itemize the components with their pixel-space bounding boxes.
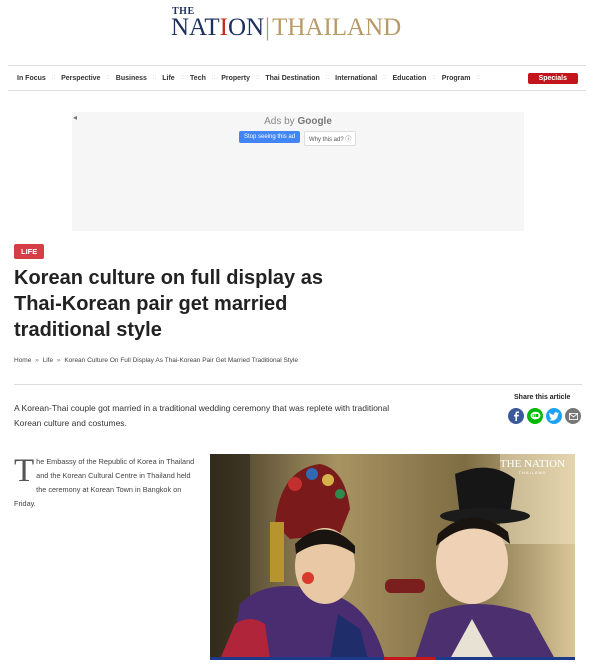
nav-item-business[interactable]: Business <box>116 75 147 82</box>
line-icon <box>530 411 540 420</box>
photo-watermark-logo: THE NATION THAILAND <box>499 458 565 476</box>
email-share-button[interactable] <box>565 408 581 424</box>
breadcrumb-current: Korean Culture On Full Display As Thai-K… <box>64 357 298 364</box>
breadcrumb-life[interactable]: Life <box>43 357 53 364</box>
ad-banner: ◂ Ads by Google Stop seeing this ad Why … <box>72 112 524 231</box>
nav-item-in-focus[interactable]: In Focus <box>17 75 46 82</box>
article-headline: Korean culture on full display as Thai-K… <box>14 267 323 341</box>
breadcrumb-separator: » <box>56 357 61 364</box>
nav-item-international[interactable]: International <box>335 75 377 82</box>
ads-by-google: Ads by Google <box>264 116 332 127</box>
logo-nation: NATION <box>171 14 265 41</box>
nav-item-tech[interactable]: Tech <box>190 75 206 82</box>
nav-separator: :: <box>106 75 110 81</box>
share-label: Share this article <box>514 394 571 401</box>
article-body-text: he Embassy of the Republic of Korea in T… <box>14 457 195 508</box>
logo-separator: | <box>265 14 271 41</box>
breadcrumb-separator: » <box>35 357 39 364</box>
nav-item-program[interactable]: Program <box>442 75 471 82</box>
nav-separator: :: <box>256 75 260 81</box>
why-this-ad-button[interactable]: Why this ad? ⓘ <box>304 131 357 146</box>
article-body: The Embassy of the Republic of Korea in … <box>14 455 199 511</box>
divider <box>14 384 582 385</box>
drop-cap: T <box>14 453 35 489</box>
breadcrumb-home[interactable]: Home <box>14 357 31 364</box>
category-badge[interactable]: LIFE <box>14 244 45 259</box>
article-lead: A Korean-Thai couple got married in a tr… <box>14 403 390 428</box>
nav-item-thai-destination[interactable]: Thai Destination <box>265 75 319 82</box>
nav-separator: :: <box>152 75 157 81</box>
facebook-share-button[interactable] <box>508 408 524 424</box>
nav-item-education[interactable]: Education <box>393 75 427 82</box>
nav-specials-button[interactable]: Specials <box>527 72 578 84</box>
nav-item-property[interactable]: Property <box>221 75 250 82</box>
breadcrumb: Home » Life » Korean Culture On Full Dis… <box>14 357 298 364</box>
image-color-bar <box>210 657 575 660</box>
nav-separator: :: <box>325 75 330 81</box>
share-buttons <box>508 408 584 424</box>
twitter-share-button[interactable] <box>546 408 562 424</box>
nav-separator: :: <box>211 75 216 81</box>
wedding-photo <box>210 454 575 659</box>
email-icon <box>568 412 578 420</box>
nav-separator: :: <box>180 75 185 81</box>
line-share-button[interactable] <box>527 408 543 424</box>
facebook-icon <box>514 411 519 421</box>
nav-separator: :: <box>51 75 56 81</box>
stop-seeing-ad-button[interactable]: Stop seeing this ad <box>239 131 301 143</box>
logo-wordmark: NATION|THAILAND <box>171 14 401 42</box>
nav-item-life[interactable]: Life <box>162 75 174 82</box>
nav-item-perspective[interactable]: Perspective <box>61 75 100 82</box>
main-nav: In Focus :: Perspective :: Business :: L… <box>8 65 586 91</box>
nav-separator: :: <box>476 75 480 81</box>
nav-separator: :: <box>383 75 387 81</box>
twitter-icon <box>549 411 559 421</box>
nav-separator: :: <box>432 75 436 81</box>
article-photo[interactable]: THE NATION THAILAND <box>210 454 575 659</box>
logo-thailand: THAILAND <box>272 14 402 41</box>
